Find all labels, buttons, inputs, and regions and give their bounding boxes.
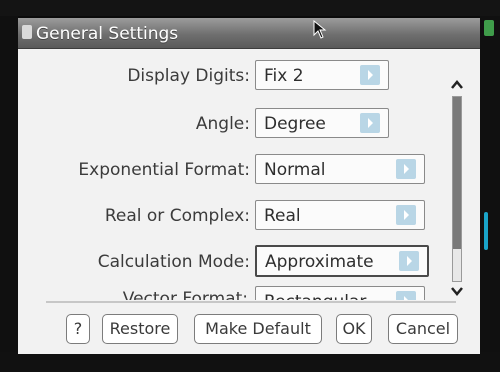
footer-divider [46, 301, 456, 303]
calculation-mode-select[interactable]: Approximate [255, 245, 429, 277]
display-digits-label: Display Digits: [127, 66, 250, 86]
device-bezel-bottom [0, 352, 500, 372]
scroll-up-arrow-icon[interactable] [450, 78, 464, 92]
dropdown-arrow-icon [360, 65, 380, 85]
dropdown-arrow-icon [396, 205, 416, 225]
ok-button[interactable]: OK [336, 314, 372, 344]
help-button[interactable]: ? [66, 314, 90, 344]
side-indicator [484, 212, 488, 250]
cancel-button[interactable]: Cancel [388, 314, 458, 344]
exponential-format-label: Exponential Format: [78, 160, 250, 180]
exponential-format-value: Normal [264, 160, 326, 180]
scroll-down-arrow-icon[interactable] [450, 284, 464, 298]
battery-icon [484, 20, 494, 36]
display-digits-value: Fix 2 [264, 66, 304, 86]
mouse-pointer-icon [313, 20, 327, 39]
vector-format-row: Vector Format: Rectangular [18, 280, 448, 300]
dropdown-arrow-icon [396, 159, 416, 179]
scroll-track[interactable] [452, 96, 462, 282]
angle-value: Degree [264, 114, 326, 134]
real-or-complex-select[interactable]: Real [255, 200, 425, 230]
vector-format-label: Vector Format: [122, 289, 248, 300]
settings-scrollbar[interactable] [450, 78, 464, 298]
dialog-titlebar: General Settings [18, 18, 480, 49]
real-or-complex-value: Real [264, 206, 301, 226]
angle-select[interactable]: Degree [255, 108, 389, 138]
display-digits-select[interactable]: Fix 2 [255, 60, 389, 90]
device-bezel-top [0, 0, 500, 16]
dropdown-arrow-icon [360, 113, 380, 133]
device-bezel-left [0, 16, 18, 352]
dialog-title: General Settings [36, 24, 179, 44]
vector-format-select[interactable]: Rectangular [255, 286, 425, 300]
scroll-thumb[interactable] [453, 97, 461, 249]
calculation-mode-value: Approximate [265, 252, 374, 272]
make-default-button[interactable]: Make Default [194, 314, 322, 344]
document-icon [22, 25, 32, 39]
restore-button[interactable]: Restore [102, 314, 178, 344]
exponential-format-select[interactable]: Normal [255, 154, 425, 184]
vector-format-value: Rectangular [264, 292, 366, 300]
real-or-complex-label: Real or Complex: [104, 206, 250, 226]
dropdown-arrow-icon [399, 251, 419, 271]
general-settings-dialog: General Settings Display Digits: Fix 2 A… [18, 18, 480, 354]
dropdown-arrow-icon [396, 291, 416, 300]
calculation-mode-label: Calculation Mode: [97, 252, 250, 272]
device-bezel-right [480, 16, 500, 352]
angle-label: Angle: [195, 114, 250, 134]
